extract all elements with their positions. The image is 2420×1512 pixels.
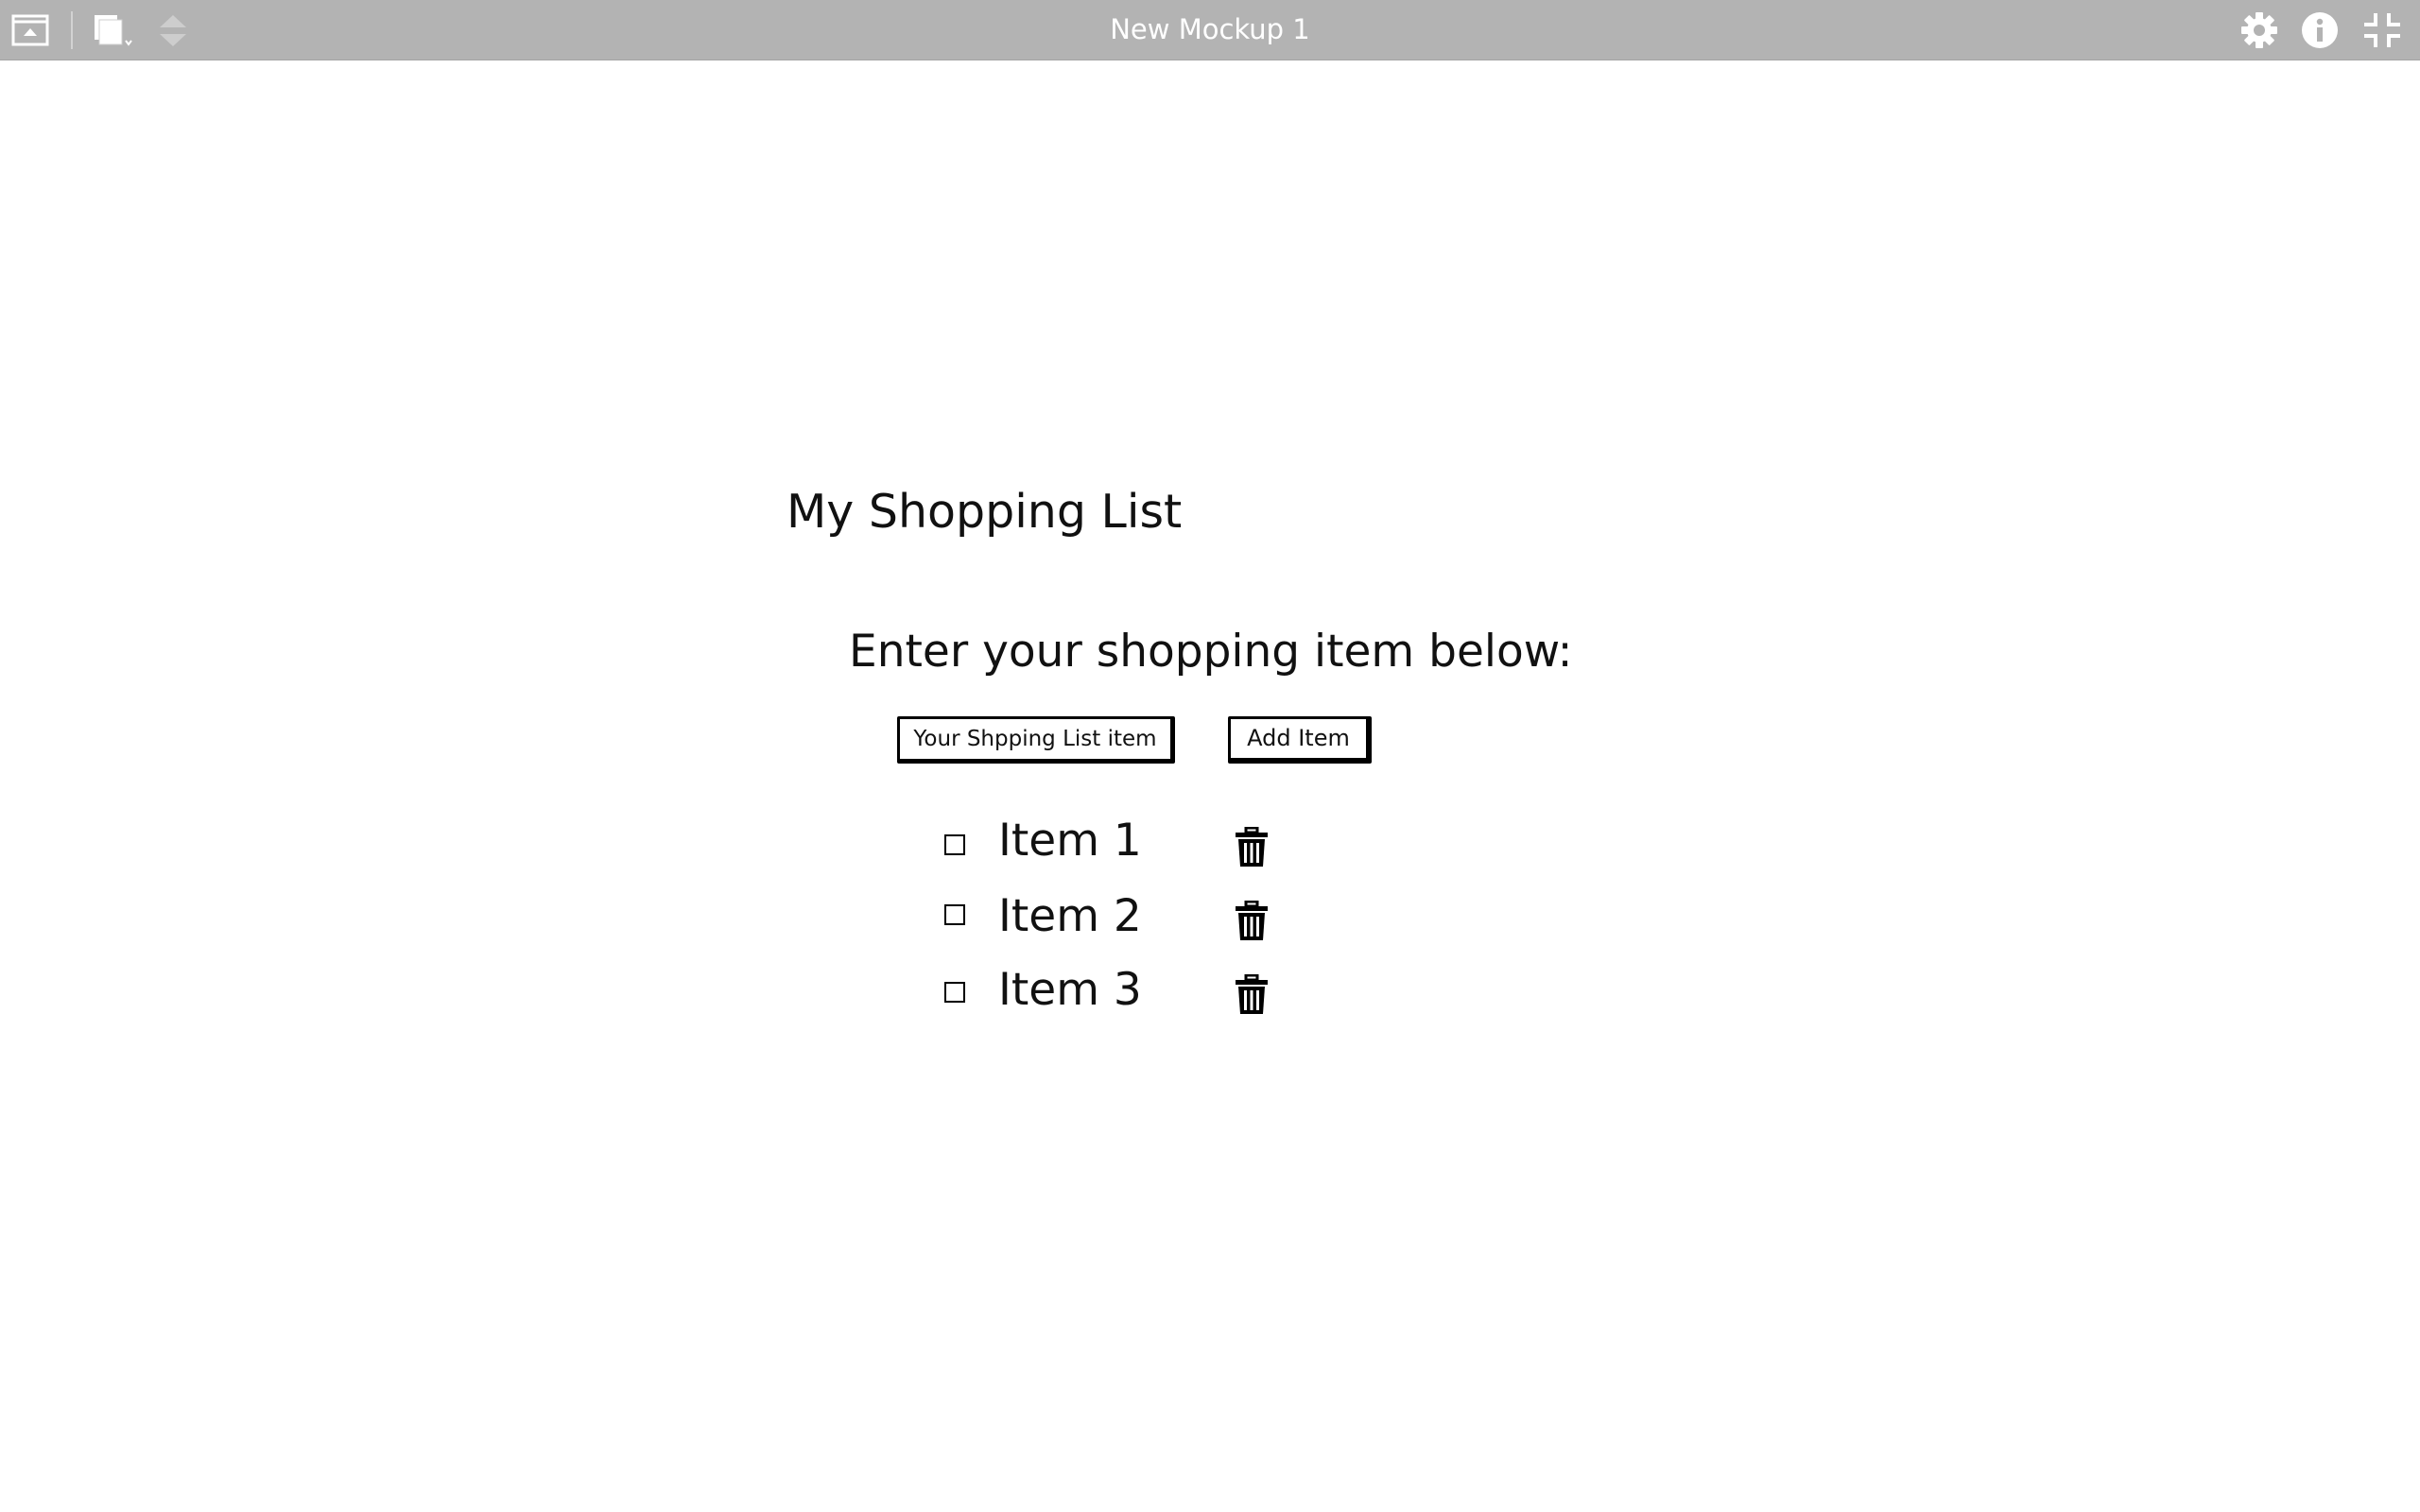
add-item-button[interactable]: Add Item [1228, 716, 1372, 764]
copy-icon[interactable] [87, 0, 140, 60]
gear-icon[interactable] [2238, 0, 2280, 60]
list-item: Item 3 [942, 957, 1282, 1023]
trash-icon[interactable] [1233, 901, 1270, 942]
list-item: Item 2 [942, 884, 1282, 950]
shopping-item-input[interactable]: Your Shpping List item [897, 716, 1175, 764]
sort-arrows-icon[interactable] [153, 0, 193, 60]
window-title: New Mockup 1 [1110, 13, 1310, 45]
trash-icon[interactable] [1233, 827, 1270, 868]
instruction-text: Enter your shopping item below: [849, 626, 1573, 678]
list-item: Item 1 [942, 808, 1282, 874]
item-label: Item 3 [998, 964, 1142, 1016]
item-label: Item 2 [998, 890, 1142, 942]
screen-up-icon[interactable] [8, 0, 53, 60]
top-toolbar: New Mockup 1 [0, 0, 2420, 60]
item-checkbox[interactable] [944, 834, 965, 855]
collapse-icon[interactable] [2360, 0, 2405, 60]
info-icon[interactable] [2299, 0, 2341, 60]
toolbar-separator [71, 11, 73, 49]
page-title: My Shopping List [786, 485, 1183, 539]
app-window: New Mockup 1 My Shopping List Enter your… [0, 0, 2420, 1512]
trash-icon[interactable] [1233, 974, 1270, 1016]
item-label: Item 1 [998, 815, 1142, 867]
item-checkbox[interactable] [944, 904, 965, 925]
item-checkbox[interactable] [944, 982, 965, 1003]
